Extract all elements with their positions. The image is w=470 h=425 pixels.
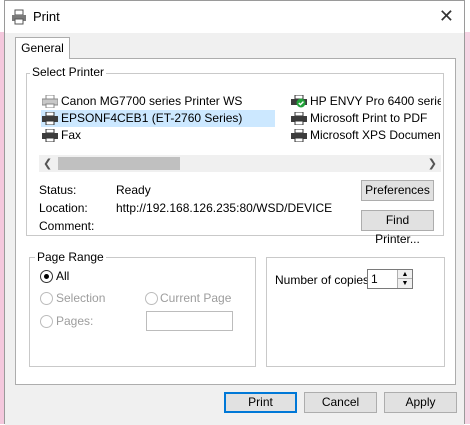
preferences-button[interactable]: Preferences: [361, 180, 434, 201]
printer-item-hp[interactable]: HP ENVY Pro 6400 series: [290, 93, 441, 110]
printer-item-fax[interactable]: Fax: [41, 127, 275, 144]
fax-printer-icon: [42, 129, 58, 142]
printer-item-pdf[interactable]: Microsoft Print to PDF: [290, 110, 441, 127]
printer-name: Canon MG7700 series Printer WS: [61, 94, 243, 108]
scroll-right-icon[interactable]: ❯: [428, 157, 437, 170]
print-button[interactable]: Print: [224, 392, 297, 413]
printer-name: Microsoft XPS Documen: [310, 128, 441, 142]
scrollbar-thumb[interactable]: [58, 157, 180, 170]
location-label: Location:: [39, 201, 88, 215]
comment-label: Comment:: [39, 219, 95, 233]
printer-name: EPSONF4CEB1 (ET-2760 Series): [61, 111, 243, 125]
printer-item-canon[interactable]: Canon MG7700 series Printer WS: [41, 93, 275, 110]
title-bar: Print ✕: [5, 1, 464, 33]
cancel-button[interactable]: Cancel: [304, 392, 377, 413]
printer-item-xps[interactable]: Microsoft XPS Documen: [290, 127, 441, 144]
select-printer-legend: Select Printer: [30, 65, 107, 79]
radio-all-label: All: [56, 269, 70, 283]
status-label: Status:: [39, 183, 77, 197]
radio-current-page-label: Current Page: [160, 291, 232, 305]
location-value: http://192.168.126.235:80/WSD/DEVICE: [116, 201, 333, 215]
tab-general[interactable]: General: [15, 37, 70, 59]
find-printer-button[interactable]: Find Printer...: [361, 210, 434, 246]
printer-icon: [12, 9, 26, 25]
printer-name: Fax: [61, 128, 82, 142]
printer-icon: [291, 129, 307, 142]
scroll-left-icon[interactable]: ❮: [43, 157, 52, 170]
printer-name: HP ENVY Pro 6400 series: [310, 94, 441, 108]
printer-name: Microsoft Print to PDF: [310, 111, 428, 125]
radio-pages[interactable]: [40, 315, 53, 328]
printer-icon: [42, 112, 58, 125]
radio-selection[interactable]: [40, 292, 53, 305]
radio-selected-dot: [44, 274, 49, 279]
copies-stepper[interactable]: 1 ▲ ▼: [367, 269, 413, 289]
close-icon[interactable]: ✕: [439, 6, 454, 27]
apply-button[interactable]: Apply: [384, 392, 457, 413]
status-value: Ready: [116, 183, 151, 197]
printer-icon: [291, 112, 307, 125]
pages-input[interactable]: [146, 311, 233, 331]
printer-list-scrollbar[interactable]: ❮ ❯: [39, 155, 441, 172]
radio-selection-label: Selection: [56, 291, 106, 305]
copies-value: 1: [371, 272, 378, 286]
radio-all[interactable]: [40, 270, 53, 283]
printer-item-epson[interactable]: EPSONF4CEB1 (ET-2760 Series): [41, 110, 275, 127]
decrement-arrow-icon[interactable]: ▼: [397, 279, 412, 288]
radio-current-page[interactable]: [145, 292, 158, 305]
increment-arrow-icon[interactable]: ▲: [397, 270, 412, 279]
window-title: Print: [33, 9, 60, 24]
copies-label: Number of copies:: [275, 273, 373, 287]
page-range-legend: Page Range: [35, 250, 106, 264]
print-dialog: Print ✕ General Select Printer Canon MG7…: [4, 0, 465, 425]
printer-icon: [42, 95, 58, 108]
radio-pages-label: Pages:: [56, 314, 94, 328]
default-printer-icon: [291, 95, 307, 108]
